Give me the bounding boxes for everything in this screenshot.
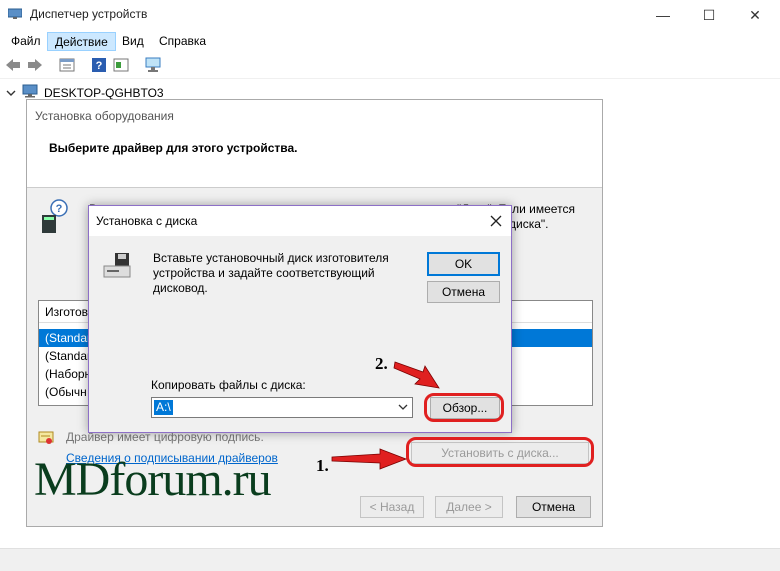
menu-bar: Файл Действие Вид Справка: [0, 30, 780, 51]
copy-source-combobox[interactable]: A:\: [151, 397, 413, 418]
update-driver-icon[interactable]: [112, 56, 130, 74]
ok-button[interactable]: OK: [427, 252, 500, 276]
forward-arrow-icon[interactable]: [26, 56, 44, 74]
watermark: MDforum.ru: [34, 453, 272, 506]
svg-text:?: ?: [56, 203, 63, 215]
wizard-header: Установка оборудования Выберите драйвер …: [27, 100, 602, 188]
properties-icon[interactable]: [58, 56, 76, 74]
dialog-close-icon[interactable]: [481, 206, 511, 236]
step2-highlight: [424, 393, 504, 422]
close-button[interactable]: ✕: [732, 0, 778, 30]
svg-text:?: ?: [96, 60, 103, 72]
wizard-title: Установка оборудования: [35, 109, 174, 123]
scan-hardware-icon[interactable]: [144, 56, 162, 74]
window-title: Диспетчер устройств: [30, 7, 148, 21]
menu-file[interactable]: Файл: [4, 32, 48, 51]
title-bar: Диспетчер устройств — ☐ ✕: [0, 0, 780, 30]
menu-action[interactable]: Действие: [47, 32, 116, 51]
step1-number: 1.: [316, 456, 329, 475]
device-manager-icon: [7, 8, 23, 20]
signed-driver-icon: [38, 431, 54, 445]
chevron-down-icon[interactable]: [394, 398, 412, 417]
step2-arrow-icon: [393, 361, 440, 389]
menu-view[interactable]: Вид: [115, 32, 151, 51]
dialog-message: Вставьте установочный диск изготовителя …: [153, 251, 389, 295]
wizard-subtitle: Выберите драйвер для этого устройства.: [49, 141, 298, 155]
dialog-title: Установка с диска: [96, 214, 198, 228]
step1-highlight: [406, 437, 594, 467]
floppy-drive-icon: [103, 252, 133, 280]
wizard-cancel-button[interactable]: Отмена: [516, 496, 591, 518]
help-icon[interactable]: ?: [90, 56, 108, 74]
menu-help[interactable]: Справка: [152, 32, 213, 51]
minimize-button[interactable]: —: [640, 0, 686, 30]
dialog-cancel-button[interactable]: Отмена: [427, 281, 500, 303]
maximize-button[interactable]: ☐: [686, 0, 732, 30]
back-button[interactable]: < Назад: [360, 496, 424, 518]
copy-source-value[interactable]: A:\: [154, 400, 173, 415]
next-button[interactable]: Далее >: [435, 496, 503, 518]
status-bar: [0, 548, 780, 571]
toolbar: ?: [0, 51, 780, 79]
back-arrow-icon[interactable]: [4, 56, 22, 74]
chevron-down-icon[interactable]: [6, 86, 16, 100]
hardware-question-icon: ?: [39, 199, 71, 235]
dialog-title-bar: Установка с диска: [89, 206, 511, 236]
tree-root-label: DESKTOP-QGHBTO3: [44, 85, 164, 100]
copy-files-label: Копировать файлы с диска:: [151, 378, 306, 392]
step2-number: 2.: [375, 354, 388, 373]
step1-arrow-icon: [331, 448, 408, 470]
